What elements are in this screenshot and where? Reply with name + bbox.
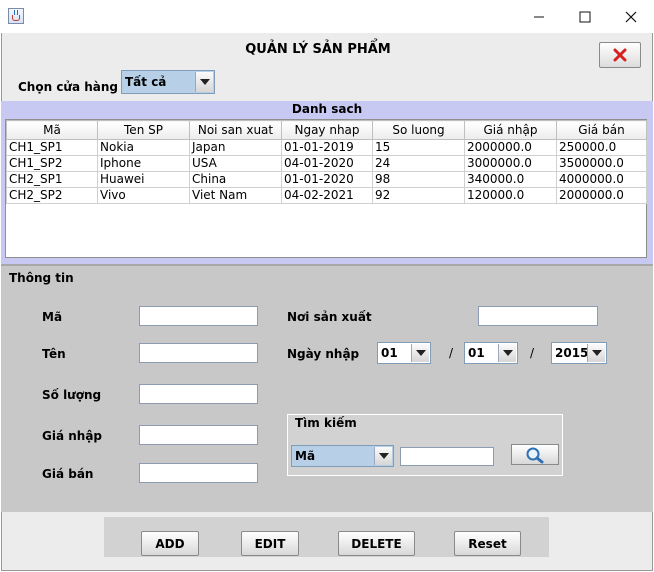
table-cell: CH2_SP1 — [6, 171, 98, 188]
list-title: Danh sach — [291, 102, 363, 116]
minimize-button[interactable] — [516, 0, 562, 33]
table-cell: 04-01-2020 — [281, 155, 373, 172]
table-cell: Nokia — [97, 139, 190, 156]
reset-button[interactable]: Reset — [454, 531, 521, 556]
close-icon — [625, 11, 637, 22]
search-input[interactable] — [400, 447, 494, 466]
table-cell: 01-01-2019 — [281, 139, 373, 156]
table-cell: CH1_SP2 — [6, 155, 98, 172]
table-row[interactable]: CH2_SP1 Huawei China 01-01-2020 98 34000… — [6, 171, 647, 188]
date-separator: / — [530, 346, 535, 360]
delete-button[interactable]: DELETE — [338, 531, 415, 556]
table-cell: USA — [189, 155, 282, 172]
chevron-down-icon[interactable] — [587, 344, 605, 362]
page-title: QUẢN LÝ SẢN PHẨM — [245, 42, 391, 57]
table-cell: 250000.0 — [556, 139, 647, 156]
search-field-select[interactable]: Mã — [291, 445, 394, 467]
column-header[interactable]: Noi san xuat — [189, 120, 282, 140]
label-gia-nhap: Giá nhập — [42, 429, 103, 443]
table-row[interactable]: CH1_SP2 Iphone USA 04-01-2020 24 3000000… — [6, 155, 647, 172]
chevron-down-icon[interactable] — [195, 72, 213, 92]
table-cell: Iphone — [97, 155, 190, 172]
table-cell: 340000.0 — [464, 171, 557, 188]
minimize-icon — [534, 16, 544, 17]
table-cell: 98 — [372, 171, 465, 188]
table-cell: 4000000.0 — [556, 171, 647, 188]
table-cell: 01-01-2020 — [281, 171, 373, 188]
ten-field[interactable] — [139, 343, 258, 363]
maximize-button[interactable] — [562, 0, 608, 33]
label-ngay-nhap: Ngày nhập — [287, 347, 360, 361]
column-header[interactable]: Giá nhập — [464, 120, 557, 140]
label-ma: Mã — [42, 310, 63, 324]
day-select-value: 01 — [381, 346, 398, 360]
label-noi-san-xuat: Nơi sản xuất — [287, 310, 372, 324]
noi-san-xuat-field[interactable] — [478, 306, 598, 326]
table-cell: 15 — [372, 139, 465, 156]
column-header[interactable]: Ngay nhap — [281, 120, 373, 140]
window-close-button[interactable] — [608, 0, 654, 33]
table-cell: CH2_SP2 — [6, 187, 98, 204]
table-cell: 3500000.0 — [556, 155, 647, 172]
java-cup-icon — [8, 8, 24, 24]
table-cell: CH1_SP1 — [6, 139, 98, 156]
table-cell: Vivo — [97, 187, 190, 204]
table-cell: 120000.0 — [464, 187, 557, 204]
search-button[interactable] — [511, 444, 559, 465]
table-cell: Viet Nam — [189, 187, 282, 204]
table-cell: 92 — [372, 187, 465, 204]
magnifier-icon — [526, 447, 544, 463]
search-legend: Tìm kiếm — [294, 416, 358, 430]
table-cell: 24 — [372, 155, 465, 172]
table-cell: 3000000.0 — [464, 155, 557, 172]
store-select-value: Tất cả — [125, 75, 167, 89]
column-header[interactable]: Mã — [6, 120, 98, 140]
label-gia-ban: Giá bán — [42, 467, 94, 481]
table-cell: China — [189, 171, 282, 188]
product-table-viewport[interactable]: Mã Ten SP Noi san xuat Ngay nhap So luon… — [5, 119, 647, 258]
label-so-luong: Số lượng — [42, 388, 102, 402]
add-button[interactable]: ADD — [141, 531, 199, 556]
table-cell: Japan — [189, 139, 282, 156]
red-x-icon — [613, 48, 627, 62]
table-cell: 04-02-2021 — [281, 187, 373, 204]
month-select-value: 01 — [468, 346, 485, 360]
table-cell: 2000000.0 — [464, 139, 557, 156]
table-cell: 2000000.0 — [556, 187, 647, 204]
search-field-value: Mã — [295, 449, 316, 463]
gia-ban-field[interactable] — [139, 463, 258, 483]
column-header[interactable]: So luong — [372, 120, 465, 140]
so-luong-field[interactable] — [139, 384, 258, 404]
product-table[interactable]: Mã Ten SP Noi san xuat Ngay nhap So luon… — [6, 120, 647, 204]
table-cell: Huawei — [97, 171, 190, 188]
date-separator: / — [449, 346, 454, 360]
label-ten: Tên — [42, 347, 66, 361]
gia-nhap-field[interactable] — [139, 425, 258, 445]
exit-button[interactable] — [599, 42, 641, 68]
year-select[interactable]: 2015 — [551, 342, 607, 364]
chevron-down-icon[interactable] — [498, 344, 516, 362]
maximize-icon — [579, 11, 591, 22]
info-title: Thông tin — [9, 271, 74, 285]
column-header[interactable]: Ten SP — [97, 120, 190, 140]
store-select[interactable]: Tất cả — [121, 70, 215, 94]
chevron-down-icon[interactable] — [411, 344, 429, 362]
table-row[interactable]: CH1_SP1 Nokia Japan 01-01-2019 15 200000… — [6, 139, 647, 156]
table-row[interactable]: CH2_SP2 Vivo Viet Nam 04-02-2021 92 1200… — [6, 187, 647, 204]
table-header-row: Mã Ten SP Noi san xuat Ngay nhap So luon… — [6, 120, 647, 140]
chevron-down-icon[interactable] — [374, 447, 392, 465]
ma-field[interactable] — [139, 306, 258, 326]
edit-button[interactable]: EDIT — [241, 531, 299, 556]
store-label: Chọn cửa hàng — [18, 80, 119, 94]
day-select[interactable]: 01 — [377, 342, 431, 364]
column-header[interactable]: Giá bán — [556, 120, 647, 140]
month-select[interactable]: 01 — [464, 342, 518, 364]
year-select-value: 2015 — [555, 346, 589, 360]
